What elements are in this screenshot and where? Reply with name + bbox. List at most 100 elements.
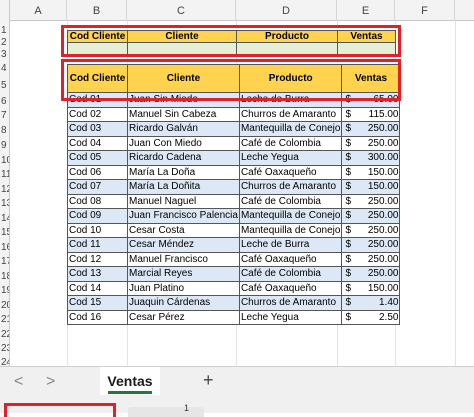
cell-ventas[interactable]: $250.00	[341, 208, 401, 224]
cell-cod-cliente[interactable]: Cod 13	[67, 266, 128, 282]
cell-producto[interactable]: Café Oaxaqueño	[238, 251, 343, 267]
cell-cliente[interactable]: Manuel Naguel	[127, 193, 240, 209]
next-sheet-button[interactable]: >	[46, 373, 55, 391]
sales-amount: 250.00	[367, 224, 399, 236]
cell-producto[interactable]: Café Oaxaqueño	[238, 280, 343, 296]
cell-cliente[interactable]: Juan Platino	[127, 280, 240, 296]
cell-producto[interactable]: Café Oaxaqueño	[238, 164, 343, 180]
cell-ventas[interactable]: $250.00	[341, 237, 401, 253]
cell-cod-cliente[interactable]: Cod 08	[67, 193, 128, 209]
row-header[interactable]: 3	[0, 48, 9, 61]
row-header[interactable]: 5	[0, 78, 9, 92]
column-header-b[interactable]: B	[67, 0, 127, 21]
cell-ventas[interactable]: $115.00	[341, 106, 401, 122]
row-header[interactable]: 18	[0, 269, 9, 283]
row-header[interactable]: 19	[0, 283, 9, 297]
cell-cliente[interactable]: Juan Con Miedo	[127, 135, 240, 151]
row-header[interactable]: 15	[0, 225, 9, 239]
cell-producto[interactable]: Churros de Amaranto	[238, 179, 343, 195]
spreadsheet-grid[interactable]: A B C D E F 1 2 3 4 5 6 7 8 9 10 11 12 1…	[0, 0, 474, 366]
select-all-corner[interactable]	[0, 0, 10, 21]
row-header[interactable]: 10	[0, 153, 9, 167]
cell-producto[interactable]: Churros de Amaranto	[238, 106, 343, 122]
cell-producto[interactable]: Leche Yegua	[238, 309, 343, 325]
sales-amount: 1.40	[379, 297, 399, 309]
cell-producto[interactable]: Mantequilla de Conejo	[238, 121, 343, 137]
cell-cod-cliente[interactable]: Cod 03	[67, 121, 128, 137]
cell-cod-cliente[interactable]: Cod 06	[67, 164, 128, 180]
cell-ventas[interactable]: $150.00	[341, 179, 401, 195]
criteria-highlight-box	[61, 25, 401, 57]
previous-sheet-button[interactable]: <	[14, 373, 23, 391]
row-header[interactable]: 17	[0, 254, 9, 268]
cell-cliente[interactable]: Juan Francisco Palencia	[127, 208, 240, 224]
cell-cod-cliente[interactable]: Cod 12	[67, 251, 128, 267]
row-header[interactable]: 6	[0, 94, 9, 108]
cell-producto[interactable]: Leche de Burra	[238, 237, 343, 253]
cell-ventas[interactable]: $300.00	[341, 150, 401, 166]
row-header[interactable]: 14	[0, 211, 9, 225]
row-header[interactable]: 11	[0, 167, 9, 181]
row-header[interactable]: 13	[0, 196, 9, 210]
cell-cliente[interactable]: Juaquin Cárdenas	[127, 295, 240, 311]
cell-producto[interactable]: Café de Colombia	[238, 135, 343, 151]
column-header-c[interactable]: C	[127, 0, 236, 21]
cell-cod-cliente[interactable]: Cod 09	[67, 208, 128, 224]
cell-producto[interactable]: Mantequilla de Conejo	[238, 208, 343, 224]
row-header[interactable]: 20	[0, 298, 9, 312]
row-header[interactable]: 8	[0, 123, 9, 137]
cell-producto[interactable]: Café de Colombia	[238, 193, 343, 209]
cell-ventas[interactable]: $250.00	[341, 193, 401, 209]
cell-cod-cliente[interactable]: Cod 10	[67, 222, 128, 238]
cell-cod-cliente[interactable]: Cod 05	[67, 150, 128, 166]
cell-producto[interactable]: Churros de Amaranto	[238, 295, 343, 311]
cell-ventas[interactable]: $150.00	[341, 164, 401, 180]
cell-ventas[interactable]: $250.00	[341, 251, 401, 267]
table-row: Cod 15 Juaquin Cárdenas Churros de Amarant…	[67, 295, 401, 311]
cell-cliente[interactable]: Cesar Pérez	[127, 309, 240, 325]
cell-cliente[interactable]: María La Doñita	[127, 179, 240, 195]
currency-symbol: $	[345, 152, 352, 164]
cell-cliente[interactable]: Marcial Reyes	[127, 266, 240, 282]
cell-ventas[interactable]: $250.00	[341, 266, 401, 282]
column-header-f[interactable]: F	[395, 0, 455, 21]
cell-cliente[interactable]: Cesar Méndez	[127, 237, 240, 253]
row-header[interactable]: 21	[0, 312, 9, 326]
add-sheet-button[interactable]: +	[203, 370, 214, 391]
cell-cliente[interactable]: Manuel Sin Cabeza	[127, 106, 240, 122]
cell-ventas[interactable]: $2.50	[341, 309, 401, 325]
cell-cod-cliente[interactable]: Cod 11	[67, 237, 128, 253]
cell-cod-cliente[interactable]: Cod 15	[67, 295, 128, 311]
row-header[interactable]: 4	[0, 61, 9, 75]
cell-producto[interactable]: Café de Colombia	[238, 266, 343, 282]
sales-table: Cod Cliente Cliente Producto Ventas Cod …	[67, 64, 401, 325]
cell-cod-cliente[interactable]: Cod 14	[67, 280, 128, 296]
cell-cliente[interactable]: Cesar Costa	[127, 222, 240, 238]
cell-cod-cliente[interactable]: Cod 16	[67, 309, 128, 325]
row-header[interactable]: 12	[0, 182, 9, 196]
row-header[interactable]: 7	[0, 108, 9, 122]
cell-cod-cliente[interactable]: Cod 04	[67, 135, 128, 151]
cell-cliente[interactable]: María La Doña	[127, 164, 240, 180]
cell-cliente[interactable]: Manuel Francisco	[127, 251, 240, 267]
cell-cod-cliente[interactable]: Cod 02	[67, 106, 128, 122]
cell-ventas[interactable]: $150.00	[341, 280, 401, 296]
column-header-d[interactable]: D	[236, 0, 337, 21]
cell-producto[interactable]: Leche Yegua	[238, 150, 343, 166]
cell-ventas[interactable]: $1.40	[341, 295, 401, 311]
row-header[interactable]: 24	[0, 355, 9, 367]
row-header[interactable]: 23	[0, 341, 9, 355]
row-header[interactable]: 22	[0, 327, 9, 341]
cell-cod-cliente[interactable]: Cod 07	[67, 179, 128, 195]
cell-producto[interactable]: Mantequilla de Conejo	[238, 222, 343, 238]
cell-ventas[interactable]: $250.00	[341, 135, 401, 151]
cell-cliente[interactable]: Ricardo Galván	[127, 121, 240, 137]
column-header-e[interactable]: E	[337, 0, 395, 21]
column-header-a[interactable]: A	[10, 0, 67, 21]
cell-ventas[interactable]: $250.00	[341, 121, 401, 137]
row-header[interactable]: 16	[0, 240, 9, 254]
row-header[interactable]: 9	[0, 138, 9, 152]
column-headers: A B C D E F	[0, 0, 474, 21]
cell-cliente[interactable]: Ricardo Cadena	[127, 150, 240, 166]
cell-ventas[interactable]: $250.00	[341, 222, 401, 238]
